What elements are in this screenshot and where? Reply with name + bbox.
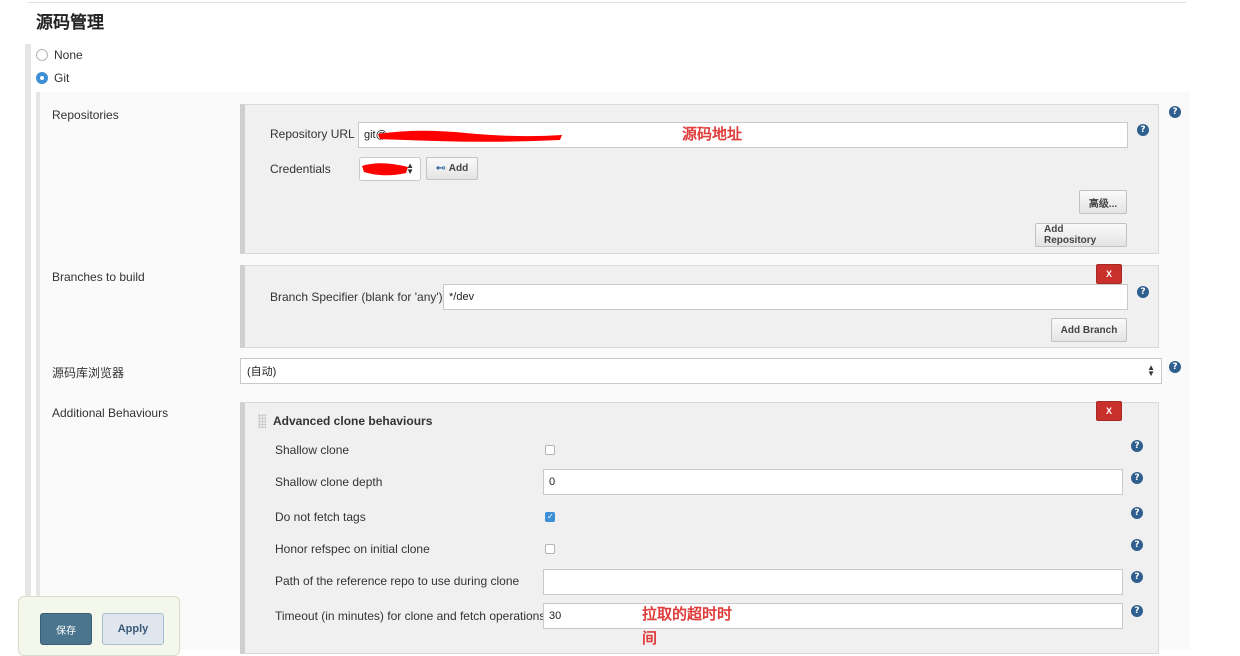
timeout-value: 30 — [549, 610, 562, 622]
repositories-help-icon[interactable] — [1169, 106, 1181, 118]
shallow-clone-depth-label: Shallow clone depth — [275, 475, 383, 489]
timeout-annotation-line1: 拉取的超时时 — [642, 605, 733, 623]
repositories-label: Repositories — [52, 108, 119, 122]
no-fetch-tags-checkbox[interactable] — [545, 512, 555, 522]
section-indent-bar — [25, 44, 31, 650]
honor-refspec-label: Honor refspec on initial clone — [275, 542, 430, 556]
repository-browser-label: 源码库浏览器 — [52, 366, 125, 380]
branch-specifier-label: Branch Specifier (blank for 'any') — [270, 290, 443, 304]
git-indent-bar — [36, 92, 40, 650]
key-icon: ⊷ — [435, 163, 446, 174]
reference-repo-input[interactable] — [543, 569, 1123, 595]
additional-behaviours-label: Additional Behaviours — [52, 406, 169, 420]
repository-browser-value: (自动) — [247, 366, 277, 378]
shallow-clone-depth-value: 0 — [549, 476, 556, 488]
shallow-clone-label: Shallow clone — [275, 443, 350, 457]
save-button[interactable]: 保存 — [40, 613, 92, 645]
scm-option-none[interactable]: None — [36, 48, 83, 62]
scm-option-none-label: None — [54, 48, 83, 62]
advanced-button[interactable]: 高级... — [1079, 190, 1127, 214]
repository-url-annotation: 源码地址 — [682, 125, 743, 143]
honor-refspec-help-icon[interactable] — [1131, 539, 1143, 551]
add-branch-button[interactable]: Add Branch — [1051, 318, 1127, 342]
scm-option-git[interactable]: Git — [36, 71, 69, 85]
shallow-clone-depth-input[interactable]: 0 — [543, 469, 1123, 495]
delete-behaviour-button[interactable]: X — [1096, 401, 1122, 421]
add-repository-button[interactable]: Add Repository — [1035, 223, 1127, 247]
add-credentials-label: Add — [448, 163, 469, 174]
no-fetch-tags-label: Do not fetch tags — [275, 510, 366, 524]
radio-none[interactable] — [36, 49, 48, 61]
repository-url-label: Repository URL — [270, 127, 355, 141]
radio-git[interactable] — [36, 72, 48, 84]
add-credentials-button[interactable]: ⊷ Add — [426, 157, 478, 180]
honor-refspec-checkbox[interactable] — [545, 544, 555, 554]
reference-repo-label: Path of the reference repo to use during… — [275, 574, 520, 588]
repository-browser-select-arrows-icon: ▲ ▼ — [1147, 363, 1155, 378]
section-title: 源码管理 — [36, 13, 104, 33]
scm-option-git-label: Git — [54, 71, 70, 85]
timeout-label: Timeout (in minutes) for clone and fetch… — [275, 609, 546, 623]
apply-button[interactable]: Apply — [102, 613, 164, 645]
advanced-clone-title: Advanced clone behaviours — [273, 414, 433, 428]
timeout-input[interactable]: 30 — [543, 603, 1123, 629]
branches-label: Branches to build — [52, 270, 145, 284]
branch-specifier-input[interactable]: */dev — [443, 284, 1128, 310]
shallow-clone-checkbox[interactable] — [545, 445, 555, 455]
top-divider — [28, 2, 1186, 3]
shallow-clone-depth-help-icon[interactable] — [1131, 472, 1143, 484]
branch-specifier-help-icon[interactable] — [1137, 286, 1149, 298]
credentials-redaction — [362, 163, 408, 176]
delete-branch-button[interactable]: X — [1096, 264, 1122, 284]
timeout-help-icon[interactable] — [1131, 605, 1143, 617]
reference-repo-help-icon[interactable] — [1131, 571, 1143, 583]
drag-handle-icon[interactable] — [258, 414, 266, 428]
repository-url-redaction — [378, 130, 562, 142]
repository-url-help-icon[interactable] — [1137, 124, 1149, 136]
branch-specifier-value: */dev — [449, 291, 475, 303]
repository-browser-select[interactable]: (自动) ▲ ▼ — [240, 358, 1162, 384]
credentials-label: Credentials — [270, 162, 331, 176]
repository-browser-help-icon[interactable] — [1169, 361, 1181, 373]
timeout-annotation-line2: 间 — [642, 629, 658, 647]
no-fetch-tags-help-icon[interactable] — [1131, 507, 1143, 519]
shallow-clone-help-icon[interactable] — [1131, 440, 1143, 452]
